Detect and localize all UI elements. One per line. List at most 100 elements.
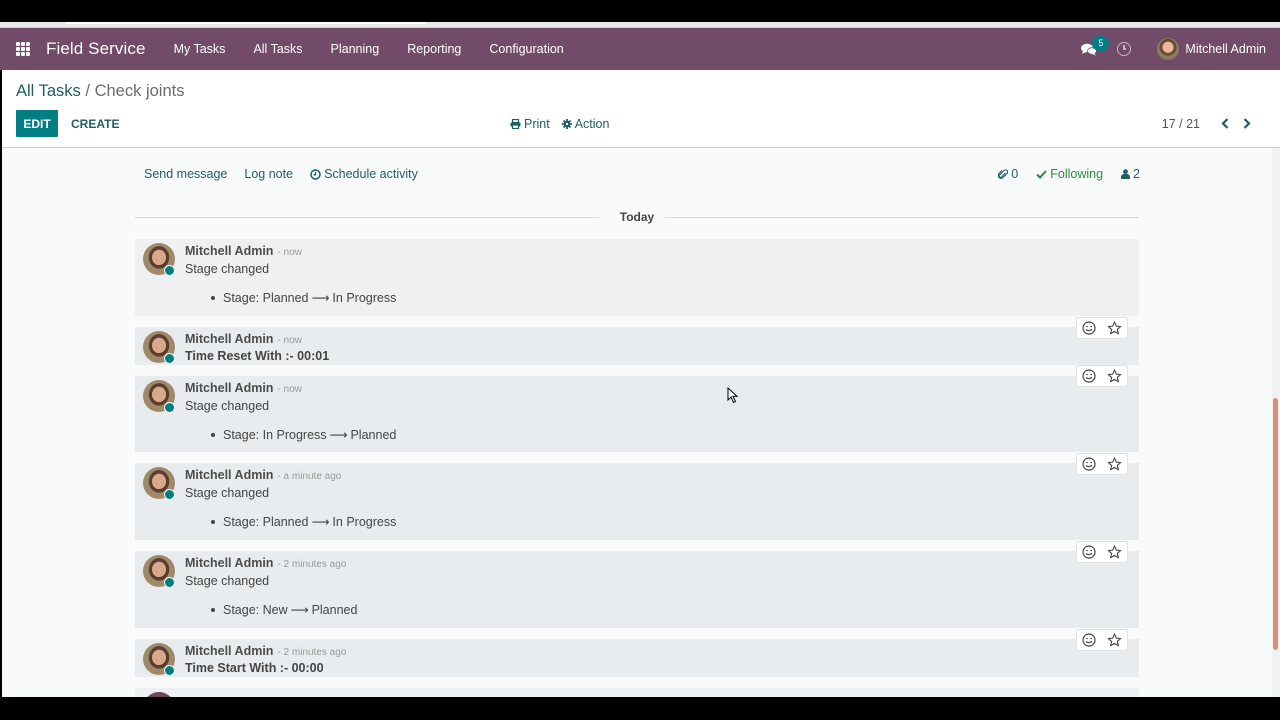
message-time: - 2 minutes ago xyxy=(277,559,347,570)
add-reaction-button[interactable] xyxy=(1082,457,1096,471)
action-buttons: Print Action xyxy=(510,110,609,137)
author-avatar[interactable] xyxy=(143,380,175,413)
messaging-menu[interactable]: 5 xyxy=(1079,36,1110,61)
user-icon xyxy=(1121,169,1131,179)
menu-configuration[interactable]: Configuration xyxy=(475,42,577,56)
paperclip-icon xyxy=(998,168,1009,179)
message-time: - now xyxy=(277,247,302,258)
create-button[interactable]: CREATE xyxy=(71,110,119,137)
pager-value[interactable]: 17 / 21 xyxy=(1162,117,1200,131)
chatter-message: Mitchell Admin - 2 minutes ago Time Start… xyxy=(135,639,1139,677)
user-avatar xyxy=(1157,38,1180,60)
top-menu: My Tasks All Tasks Planning Reporting Co… xyxy=(160,42,578,56)
author-avatar[interactable] xyxy=(143,331,175,364)
breadcrumb-all-tasks[interactable]: All Tasks xyxy=(16,82,81,100)
message-author[interactable]: Mitchell Admin xyxy=(185,332,273,346)
star-icon xyxy=(1107,633,1122,647)
user-name: Mitchell Admin xyxy=(1185,42,1266,56)
tracking-arrow-icon: ⟶ xyxy=(311,515,330,529)
breadcrumb-current: Check joints xyxy=(94,82,185,100)
add-reaction-button[interactable] xyxy=(1082,321,1096,335)
main-navbar: Field Service My Tasks All Tasks Plannin… xyxy=(0,28,1280,70)
send-message-button[interactable]: Send message xyxy=(144,167,227,181)
message-author[interactable]: Mitchell Admin xyxy=(185,381,273,395)
edit-button[interactable]: EDIT xyxy=(16,110,58,137)
menu-planning[interactable]: Planning xyxy=(317,42,394,56)
app-brand[interactable]: Field Service xyxy=(46,39,146,59)
author-avatar[interactable] xyxy=(143,243,175,276)
message-author[interactable]: Mitchell Admin xyxy=(185,468,273,482)
message-author[interactable]: Mitchell Admin xyxy=(185,556,273,570)
record-pager: 17 / 21 xyxy=(1162,110,1258,137)
tracking-field: Stage: xyxy=(223,290,260,305)
action-label: Action xyxy=(574,116,610,131)
scrollbar-thumb[interactable] xyxy=(1273,398,1278,650)
smiley-icon xyxy=(1082,457,1096,471)
followers-button[interactable]: 2 xyxy=(1121,167,1140,181)
smiley-icon xyxy=(1082,633,1096,647)
menu-all-tasks[interactable]: All Tasks xyxy=(239,42,316,56)
following-button[interactable]: Following xyxy=(1036,167,1103,181)
tracking-value: Stage: In Progress ⟶ Planned xyxy=(211,427,396,442)
chatter-followers-bar: 0 Following 2 xyxy=(998,167,1140,181)
chatter-message: Mitchell Admin - a minute ago Stage chang… xyxy=(135,463,1139,540)
star-icon xyxy=(1107,545,1122,559)
pager-previous-button[interactable] xyxy=(1214,116,1236,132)
date-separator: Today xyxy=(135,210,1139,224)
schedule-activity-button[interactable]: Schedule activity xyxy=(310,167,418,181)
activity-clock-icon[interactable] xyxy=(1117,42,1132,56)
print-label: Print xyxy=(524,116,550,131)
tracking-new-value: Planned xyxy=(311,602,358,617)
add-reaction-button[interactable] xyxy=(1082,369,1096,383)
tracking-arrow-icon: ⟶ xyxy=(290,603,309,617)
control-panel: All Tasks / Check joints EDIT CREATE Pri… xyxy=(2,70,1280,148)
star-message-button[interactable] xyxy=(1107,457,1122,471)
message-time: - now xyxy=(277,384,302,395)
messages-count-badge: 5 xyxy=(1092,36,1110,51)
form-content: Send message Log note Schedule activity … xyxy=(2,148,1272,697)
following-label: Following xyxy=(1050,167,1104,181)
apps-menu-icon[interactable] xyxy=(16,42,32,56)
author-avatar[interactable] xyxy=(143,467,175,500)
message-actions xyxy=(1076,453,1128,475)
user-menu[interactable]: Mitchell Admin xyxy=(1157,38,1266,60)
tracking-field: Stage: xyxy=(223,427,260,442)
message-body: Stage changed xyxy=(185,399,270,413)
star-icon xyxy=(1107,369,1122,383)
print-button[interactable]: Print xyxy=(510,117,550,131)
chatter-topbar: Send message Log note Schedule activity xyxy=(144,167,418,181)
message-actions xyxy=(1076,317,1128,339)
star-message-button[interactable] xyxy=(1107,633,1122,647)
log-note-button[interactable]: Log note xyxy=(244,167,293,181)
tracking-value: Stage: New ⟶ Planned xyxy=(211,602,357,617)
menu-my-tasks[interactable]: My Tasks xyxy=(160,42,240,56)
action-button[interactable]: Action xyxy=(561,116,610,131)
add-reaction-button[interactable] xyxy=(1082,545,1096,559)
screen-top-border xyxy=(0,0,1280,22)
attachments-button[interactable]: 0 xyxy=(998,167,1018,181)
message-actions xyxy=(1076,365,1128,387)
message-body: Stage changed xyxy=(185,486,270,500)
mouse-cursor-icon xyxy=(727,387,739,404)
message-author[interactable]: Mitchell Admin xyxy=(185,244,273,258)
message-time: - now xyxy=(277,335,302,346)
message-author[interactable]: Mitchell Admin xyxy=(185,644,273,658)
add-reaction-button[interactable] xyxy=(1082,633,1096,647)
star-message-button[interactable] xyxy=(1107,321,1122,335)
tracking-old-value: Planned xyxy=(262,514,309,529)
author-avatar[interactable] xyxy=(143,643,175,676)
star-message-button[interactable] xyxy=(1107,545,1122,559)
chatter-message: Mitchell Admin - now Time Reset With :- 0… xyxy=(135,327,1139,365)
chevron-left-icon xyxy=(1221,117,1229,129)
pager-next-button[interactable] xyxy=(1236,116,1258,132)
tracking-new-value: In Progress xyxy=(332,514,397,529)
clock-icon xyxy=(310,168,321,180)
message-actions xyxy=(1076,629,1128,651)
author-avatar[interactable] xyxy=(143,555,175,588)
tracking-new-value: In Progress xyxy=(332,290,397,305)
chatter-message: Mitchell Admin - now Stage changed Stage:… xyxy=(135,239,1139,316)
message-body: Time Reset With :- 00:01 xyxy=(185,349,330,363)
menu-reporting[interactable]: Reporting xyxy=(393,42,475,56)
star-message-button[interactable] xyxy=(1107,369,1122,383)
tracking-arrow-icon: ⟶ xyxy=(329,428,348,442)
